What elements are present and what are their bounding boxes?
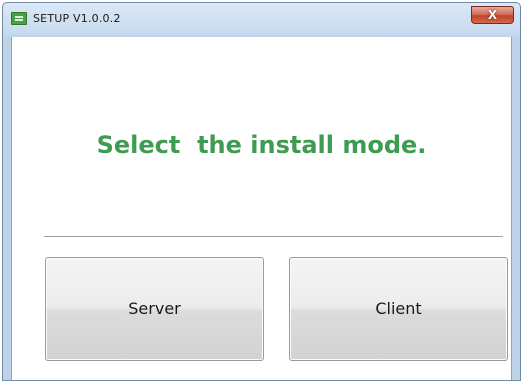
close-icon: X: [487, 8, 498, 22]
client-button[interactable]: Client: [289, 257, 508, 361]
window-title: SETUP V1.0.0.2: [33, 12, 121, 25]
dialog-content: Select the install mode. Server Client: [11, 37, 512, 380]
setup-window: SETUP V1.0.0.2 X Select the install mode…: [2, 2, 521, 381]
close-button[interactable]: X: [471, 6, 514, 24]
title-bar[interactable]: SETUP V1.0.0.2 X: [3, 3, 520, 37]
install-mode-heading: Select the install mode.: [96, 131, 427, 159]
setup-app-icon: [11, 12, 27, 25]
divider: [44, 236, 503, 237]
server-button[interactable]: Server: [45, 257, 264, 361]
